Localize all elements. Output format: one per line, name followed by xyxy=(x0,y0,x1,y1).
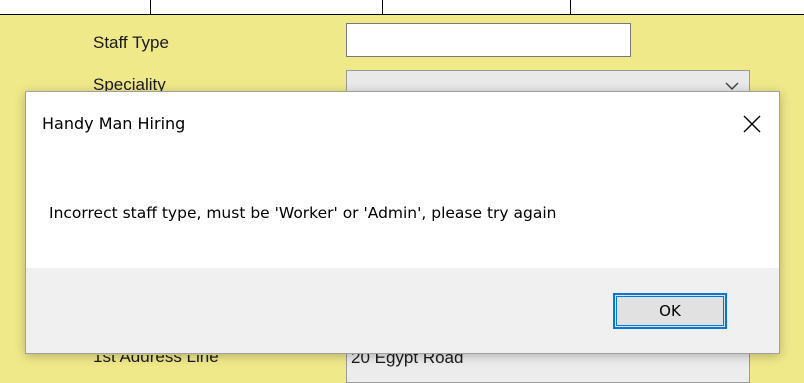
ok-button[interactable]: OK xyxy=(613,293,727,329)
dialog-footer: OK xyxy=(26,268,779,353)
message-dialog: Handy Man Hiring Incorrect staff type, m… xyxy=(25,91,780,354)
grid-divider xyxy=(570,0,571,14)
close-icon xyxy=(743,115,761,133)
address-line-input[interactable]: 20 Egypt Road xyxy=(346,353,750,383)
staff-type-label: Staff Type xyxy=(93,33,169,52)
address-line-value: 20 Egypt Road xyxy=(351,353,464,367)
grid-divider xyxy=(150,0,151,14)
ok-button-label: OK xyxy=(659,302,681,320)
close-button[interactable] xyxy=(737,109,767,139)
staff-type-input[interactable] xyxy=(346,23,631,57)
chevron-down-icon xyxy=(725,82,739,91)
address-line-label: 1st Address Line xyxy=(93,355,219,376)
address-line-label-text: 1st Address Line xyxy=(93,355,219,366)
dialog-message: Incorrect staff type, must be 'Worker' o… xyxy=(49,204,557,222)
dialog-title: Handy Man Hiring xyxy=(42,114,186,133)
top-grid-strip xyxy=(0,0,804,15)
grid-divider xyxy=(382,0,383,14)
speciality-label: Speciality xyxy=(93,75,166,91)
